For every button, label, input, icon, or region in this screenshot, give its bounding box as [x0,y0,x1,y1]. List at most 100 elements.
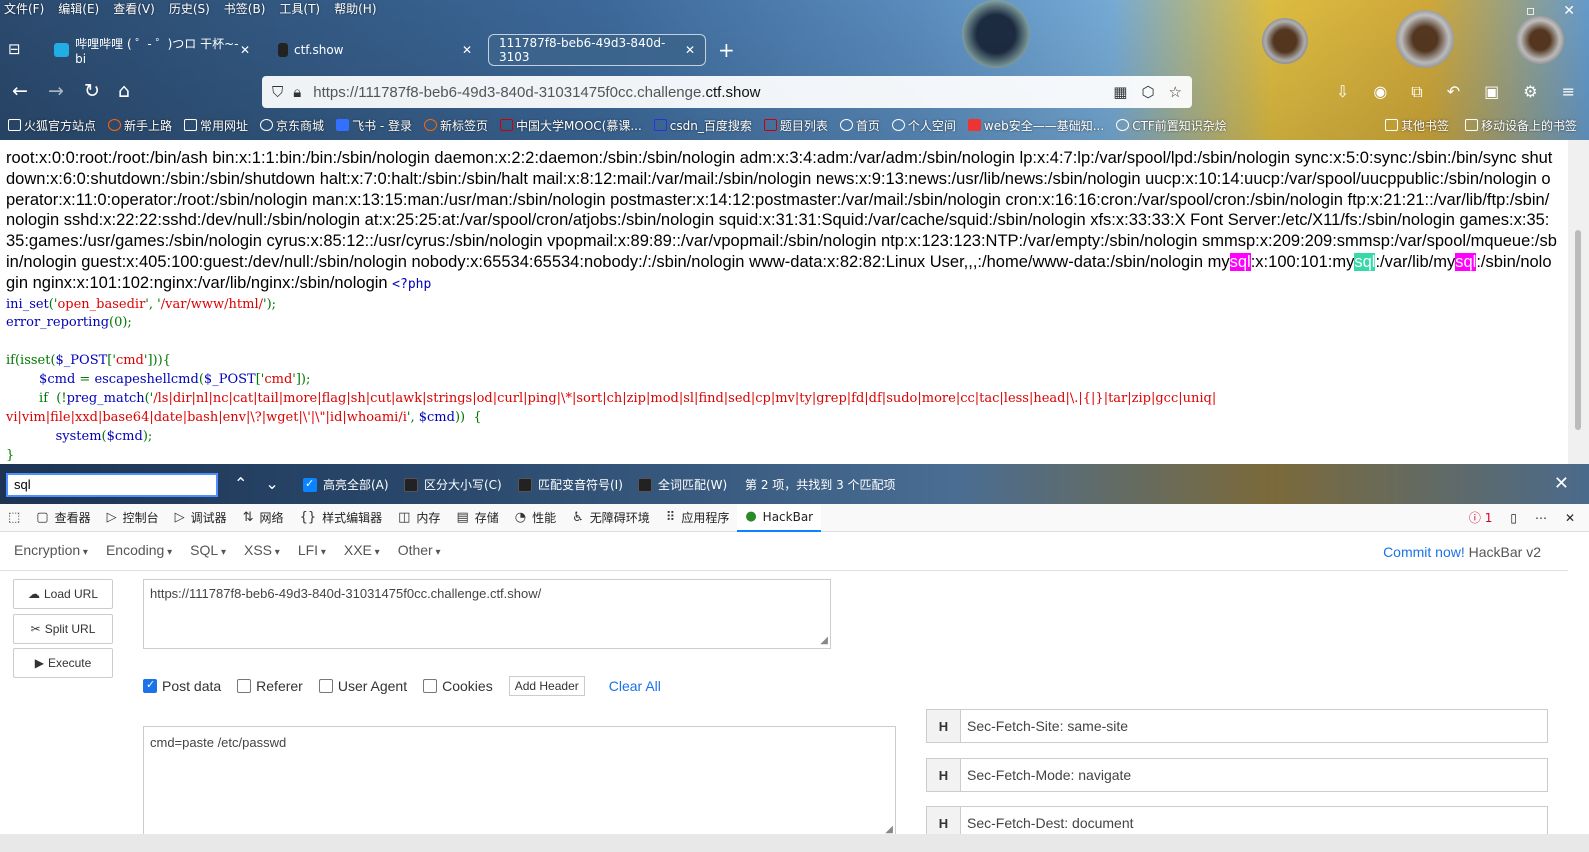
whole-word-checkbox[interactable] [638,477,652,492]
home-icon[interactable]: ⌂ [118,80,130,102]
menu-xss[interactable]: XSS [244,542,280,558]
header-row[interactable]: H Sec-Fetch-Mode: navigate [926,758,1548,792]
more-options-icon[interactable]: ⋯ [1535,511,1547,525]
header-value[interactable]: Sec-Fetch-Mode: navigate [961,759,1131,791]
menu-file[interactable]: 文件(F) [4,0,44,18]
post-data-textarea[interactable]: cmd=paste /etc/passwd ◢ [143,726,896,838]
cookies-option[interactable]: Cookies [423,678,493,694]
menu-encryption[interactable]: Encryption [14,542,88,558]
menu-edit[interactable]: 编辑(E) [58,0,99,18]
tab-bilibili[interactable]: 哔哩哔哩 ( ゜- ゜)つロ 干杯~-bi ✕ [44,34,260,66]
new-tab-icon[interactable]: + [718,38,735,62]
tab-storage[interactable]: ▤ 存储 [448,504,506,532]
tab-network[interactable]: ⇅ 网络 [235,504,292,532]
match-diacritics-checkbox[interactable] [518,477,532,492]
highlight-all-option[interactable]: 高亮全部(A) [303,476,389,493]
extensions-icon[interactable]: ⚙ [1523,82,1537,102]
bookmark-star-icon[interactable]: ☆ [1169,83,1182,101]
close-tab-icon[interactable]: ✕ [462,43,472,57]
bookmark-item[interactable]: 常用网址 [184,117,248,134]
menu-xxe[interactable]: XXE [344,542,380,558]
find-previous-icon[interactable]: ⌃ [234,474,247,493]
tracking-shield-icon[interactable]: ⛉ [272,83,283,101]
element-picker[interactable]: ⬚ [0,504,28,532]
menu-sql[interactable]: SQL [190,542,226,558]
bookmark-item[interactable]: 新手上路 [108,117,172,134]
load-url-button[interactable]: ☁ Load URL [13,579,113,609]
menu-history[interactable]: 历史(S) [169,0,210,18]
match-case-checkbox[interactable] [404,477,418,492]
post-data-checkbox[interactable] [143,678,157,693]
bookmark-item[interactable]: 火狐官方站点 [8,117,96,134]
post-data-option[interactable]: Post data [143,678,221,694]
other-bookmarks[interactable]: 其他书签 [1384,117,1449,134]
commit-link[interactable]: Commit now! [1383,544,1465,560]
clear-all-link[interactable]: Clear All [609,678,661,694]
bookmark-item[interactable]: 京东商城 [260,117,324,134]
close-tab-icon[interactable]: ✕ [240,43,250,57]
user-agent-option[interactable]: User Agent [318,678,407,694]
undo-icon[interactable]: ↶ [1447,82,1460,102]
account-icon[interactable]: ◉ [1373,82,1387,102]
find-input[interactable]: sql [6,473,218,497]
screenshot-icon[interactable]: ⧉ [1411,82,1422,102]
mobile-bookmarks[interactable]: 移动设备上的书签 [1464,117,1577,134]
execute-button[interactable]: ▶ Execute [13,648,113,678]
header-value[interactable]: Sec-Fetch-Site: same-site [961,710,1128,742]
bookmark-item[interactable]: 新标签页 [424,117,488,134]
download-icon[interactable]: ⇩ [1336,82,1349,102]
menu-lfi[interactable]: LFI [298,542,326,558]
menu-encoding[interactable]: Encoding [106,542,172,558]
addon-icon[interactable]: ▣ [1484,82,1499,102]
tab-performance[interactable]: ◔ 性能 [507,504,564,532]
header-row[interactable]: H Sec-Fetch-Site: same-site [926,709,1548,743]
close-window-icon[interactable]: ✕ [1563,3,1575,19]
user-agent-checkbox[interactable] [318,679,333,693]
highlight-all-checkbox[interactable] [303,477,317,492]
referer-checkbox[interactable] [237,679,252,693]
menu-bookmarks[interactable]: 书签(B) [224,0,266,18]
tab-inspector[interactable]: ▢ 查看器 [28,504,98,532]
scrollbar-thumb[interactable] [1575,230,1581,430]
resize-handle-icon[interactable]: ◢ [820,635,828,646]
tab-console[interactable]: ▷ 控制台 [99,504,167,532]
whole-word-option[interactable]: 全词匹配(W) [638,476,727,493]
tab-memory[interactable]: ◫ 内存 [390,504,448,532]
referer-option[interactable]: Referer [237,678,303,694]
url-bar[interactable]: ⛉ 🔒︎ https://111787f8-beb6-49d3-840d-310… [262,76,1192,108]
close-tab-icon[interactable]: ✕ [685,43,695,57]
tab-debugger[interactable]: ▷ 调试器 [167,504,235,532]
find-next-icon[interactable]: ⌄ [265,474,278,493]
back-icon[interactable]: ← [12,80,28,102]
bookmark-item[interactable]: 个人空间 [891,117,956,134]
cookies-checkbox[interactable] [423,679,438,693]
forward-icon[interactable]: → [48,80,64,102]
split-url-button[interactable]: ✂ Split URL [13,614,113,644]
close-find-icon[interactable]: ✕ [1554,473,1569,494]
menu-tools[interactable]: 工具(T) [279,0,320,18]
url-textarea[interactable]: https://111787f8-beb6-49d3-840d-31031475… [143,579,831,649]
lock-icon[interactable]: 🔒︎ [293,83,301,101]
tab-hackbar[interactable]: ● HackBar [737,503,822,532]
tab-challenge[interactable]: 111787f8-beb6-49d3-840d-3103 ✕ [488,34,706,66]
bookmark-item[interactable]: CTF前置知识杂烩 [1116,117,1227,134]
tab-list-icon[interactable]: ⊟ [8,40,28,60]
match-diacritics-option[interactable]: 匹配变音符号(I) [518,476,623,493]
menu-view[interactable]: 查看(V) [113,0,155,18]
tab-application[interactable]: ⠿ 应用程序 [658,504,738,532]
error-count-badge[interactable]: ⓘ 1 [1469,509,1492,526]
url-text[interactable]: https://111787f8-beb6-49d3-840d-31031475… [313,84,760,101]
bookmark-item[interactable]: csdn_百度搜索 [653,117,752,134]
page-scrollbar[interactable] [1568,140,1589,464]
bookmark-item[interactable]: 中国大学MOOC(慕课... [500,117,642,134]
bookmark-item[interactable]: web安全——基础知... [967,117,1104,134]
add-header-button[interactable]: Add Header [508,676,585,696]
menu-other[interactable]: Other [398,542,441,558]
match-case-option[interactable]: 区分大小写(C) [404,476,502,493]
bookmark-item[interactable]: 首页 [839,117,880,134]
reload-icon[interactable]: ↻ [84,80,100,102]
tab-ctfshow[interactable]: ctf.show ✕ [268,34,482,66]
bookmark-item[interactable]: 题目列表 [763,117,828,134]
tab-style-editor[interactable]: {} 样式编辑器 [292,504,391,532]
tab-accessibility[interactable]: ♿︎ 无障碍环境 [564,504,658,532]
